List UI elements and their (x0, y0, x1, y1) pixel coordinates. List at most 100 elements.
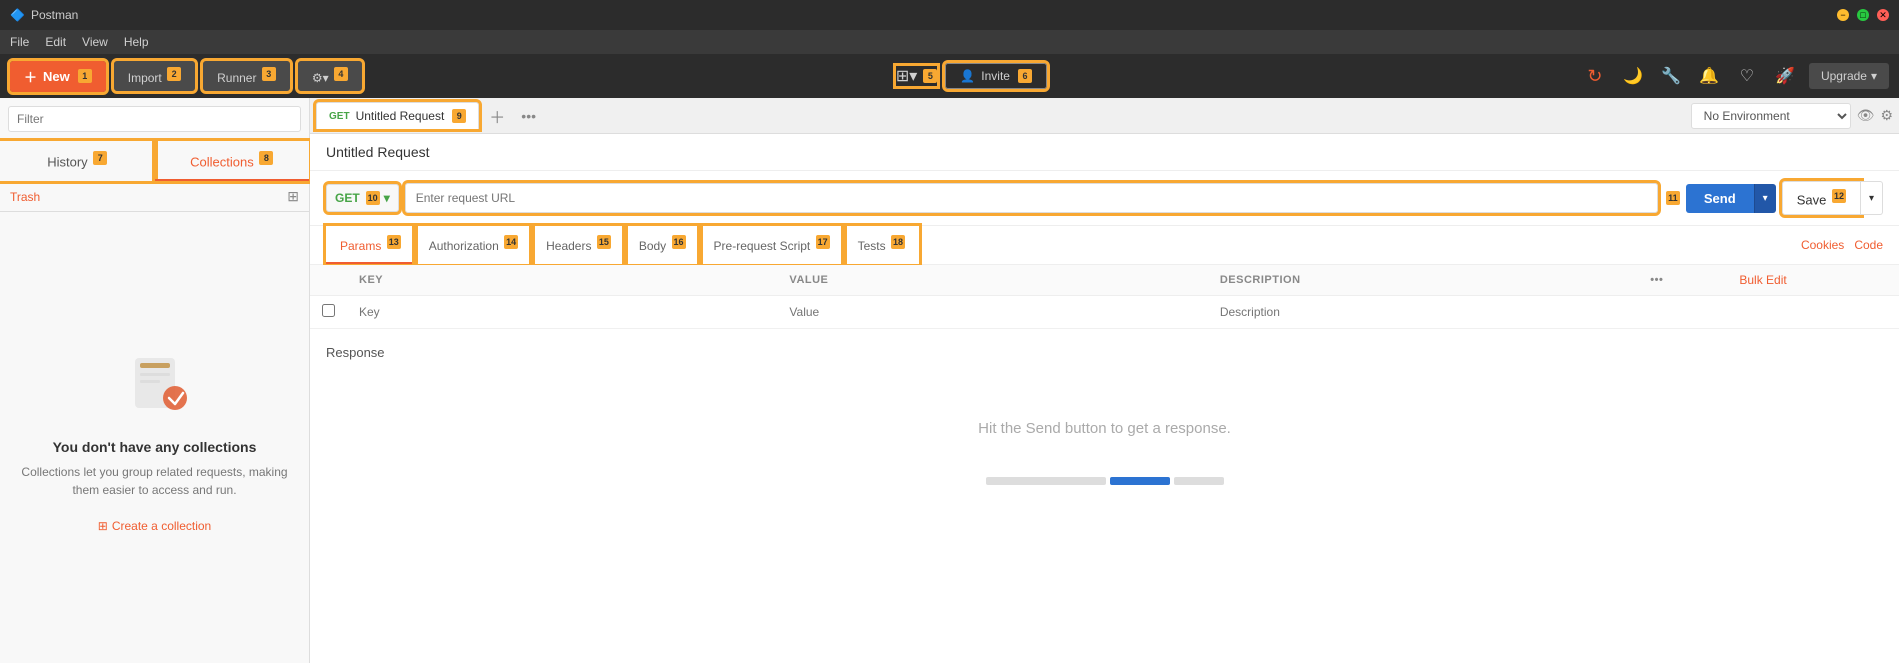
sidebar-footer: Trash ⊞ (0, 182, 309, 212)
upgrade-label: Upgrade (1821, 69, 1867, 83)
code-link[interactable]: Code (1854, 238, 1883, 252)
url-badge: 11 (1666, 191, 1680, 205)
params-table: KEY VALUE DESCRIPTION ••• Bulk Edit (310, 265, 1899, 329)
collections-tab-badge: 8 (259, 151, 273, 165)
builder-button[interactable]: ⚙▾ 4 (298, 61, 362, 91)
row-value-cell[interactable] (777, 296, 1207, 329)
table-row (310, 296, 1899, 329)
save-dropdown-button[interactable]: ▾ (1861, 181, 1883, 215)
bell-button[interactable]: 🔔 (1695, 62, 1723, 90)
grid-button[interactable]: ⊞▾ 5 (896, 66, 937, 86)
env-gear-button[interactable]: ⚙ (1880, 107, 1893, 124)
upgrade-button[interactable]: Upgrade▾ (1809, 63, 1889, 89)
value-header: VALUE (777, 265, 1207, 296)
minimize-button[interactable]: − (1837, 9, 1849, 21)
history-tab-label: History (47, 154, 87, 169)
prerequest-badge: 17 (816, 235, 830, 249)
menu-file[interactable]: File (10, 35, 29, 49)
subtab-params[interactable]: Params 13 (326, 226, 415, 264)
send-dropdown-button[interactable]: ▾ (1754, 184, 1776, 213)
row-checkbox[interactable] (322, 304, 335, 317)
tab-name: Untitled Request (356, 109, 445, 123)
auth-badge: 14 (504, 235, 518, 249)
builder-badge: 4 (334, 67, 348, 81)
toolbar: ＋ New 1 Import 2 Runner 3 ⚙▾ 4 ⊞▾ 5 👤 In… (0, 54, 1899, 98)
bulk-edit-header[interactable]: Bulk Edit (1727, 265, 1899, 296)
invite-label: Invite (981, 69, 1010, 83)
subtab-prerequest[interactable]: Pre-request Script 17 (700, 226, 844, 264)
save-button[interactable]: Save 12 (1782, 181, 1861, 215)
save-badge: 12 (1832, 189, 1846, 203)
menu-help[interactable]: Help (124, 35, 149, 49)
response-hint: Hit the Send button to get a response. (326, 420, 1883, 457)
method-dropdown-icon: ▾ (384, 191, 390, 205)
content-area: GET Untitled Request 9 ＋ ••• No Environm… (310, 98, 1899, 663)
env-eye-button[interactable]: 👁 (1857, 107, 1875, 124)
bar-segment-1 (986, 477, 1106, 485)
import-badge: 2 (167, 67, 181, 81)
request-tab[interactable]: GET Untitled Request 9 (316, 102, 479, 129)
params-badge: 13 (387, 235, 401, 249)
row-desc-cell[interactable] (1208, 296, 1638, 329)
wrench-button[interactable]: 🔧 (1657, 62, 1685, 90)
subtab-authorization[interactable]: Authorization 14 (415, 226, 532, 264)
tabs-bar: GET Untitled Request 9 ＋ ••• No Environm… (310, 98, 1899, 134)
sidebar: History 7 Collections 8 Trash ⊞ You don'… (0, 98, 310, 663)
new-button[interactable]: ＋ New 1 (10, 61, 106, 92)
runner-button[interactable]: Runner 3 (203, 61, 290, 91)
sidebar-tabs: History 7 Collections 8 (0, 141, 309, 182)
row-value-input[interactable] (789, 305, 1195, 319)
rocket-button[interactable]: 🚀 (1771, 62, 1799, 90)
tests-badge: 18 (891, 235, 905, 249)
new-tab-button[interactable]: ＋ (483, 100, 511, 132)
row-key-input[interactable] (359, 305, 765, 319)
no-collections-desc: Collections let you group related reques… (20, 463, 289, 499)
menu-edit[interactable]: Edit (45, 35, 66, 49)
close-button[interactable]: ✕ (1877, 9, 1889, 21)
search-input[interactable] (8, 106, 301, 132)
subtab-body[interactable]: Body 16 (625, 226, 700, 264)
builder-icon: ⚙ (312, 71, 323, 85)
moon-button[interactable]: 🌙 (1619, 62, 1647, 90)
tab-method-badge: GET (329, 111, 350, 122)
runner-badge: 3 (262, 67, 276, 81)
sidebar-search-container (0, 98, 309, 141)
trash-link[interactable]: Trash (10, 190, 40, 204)
create-collection-link[interactable]: ⊞ Create a collection (98, 519, 211, 533)
heart-button[interactable]: ♡ (1733, 62, 1761, 90)
bulk-edit-button[interactable]: Bulk Edit (1739, 273, 1786, 287)
import-button[interactable]: Import 2 (114, 61, 195, 91)
response-area: Response Hit the Send button to get a re… (310, 329, 1899, 501)
invite-button[interactable]: 👤 Invite 6 (945, 63, 1047, 89)
subtab-tests[interactable]: Tests 18 (844, 226, 919, 264)
new-collection-icon[interactable]: ⊞ (287, 188, 299, 205)
user-icon: 👤 (960, 69, 975, 83)
method-badge: 10 (366, 191, 380, 205)
row-desc-input[interactable] (1220, 305, 1626, 319)
cookies-link[interactable]: Cookies (1801, 238, 1844, 252)
response-bar (326, 477, 1883, 485)
maximize-button[interactable]: □ (1857, 9, 1869, 21)
send-button[interactable]: Send (1686, 184, 1754, 213)
key-header: KEY (347, 265, 777, 296)
sync-button[interactable]: ↻ (1581, 62, 1609, 90)
menu-view[interactable]: View (82, 35, 108, 49)
sidebar-item-collections[interactable]: Collections 8 (155, 141, 310, 181)
request-url-bar: GET 10 ▾ 11 Send ▾ Save 12 ▾ (310, 171, 1899, 226)
method-select[interactable]: GET 10 ▾ (326, 184, 399, 212)
method-label: GET (335, 191, 360, 205)
environment-select[interactable]: No Environment (1691, 103, 1851, 129)
bar-segment-2 (1110, 477, 1170, 485)
runner-label: Runner (217, 71, 256, 85)
row-checkbox-cell[interactable] (310, 296, 347, 329)
bar-segment-3 (1174, 477, 1224, 485)
url-input[interactable] (405, 183, 1658, 213)
menu-bar: File Edit View Help (0, 30, 1899, 54)
app-icon: 🔷 (10, 8, 25, 22)
subtab-headers[interactable]: Headers 15 (532, 226, 625, 264)
sidebar-item-history[interactable]: History 7 (0, 141, 155, 181)
row-key-cell[interactable] (347, 296, 777, 329)
desc-header: DESCRIPTION (1208, 265, 1638, 296)
tab-more-button[interactable]: ••• (515, 104, 542, 128)
history-tab-badge: 7 (93, 151, 107, 165)
